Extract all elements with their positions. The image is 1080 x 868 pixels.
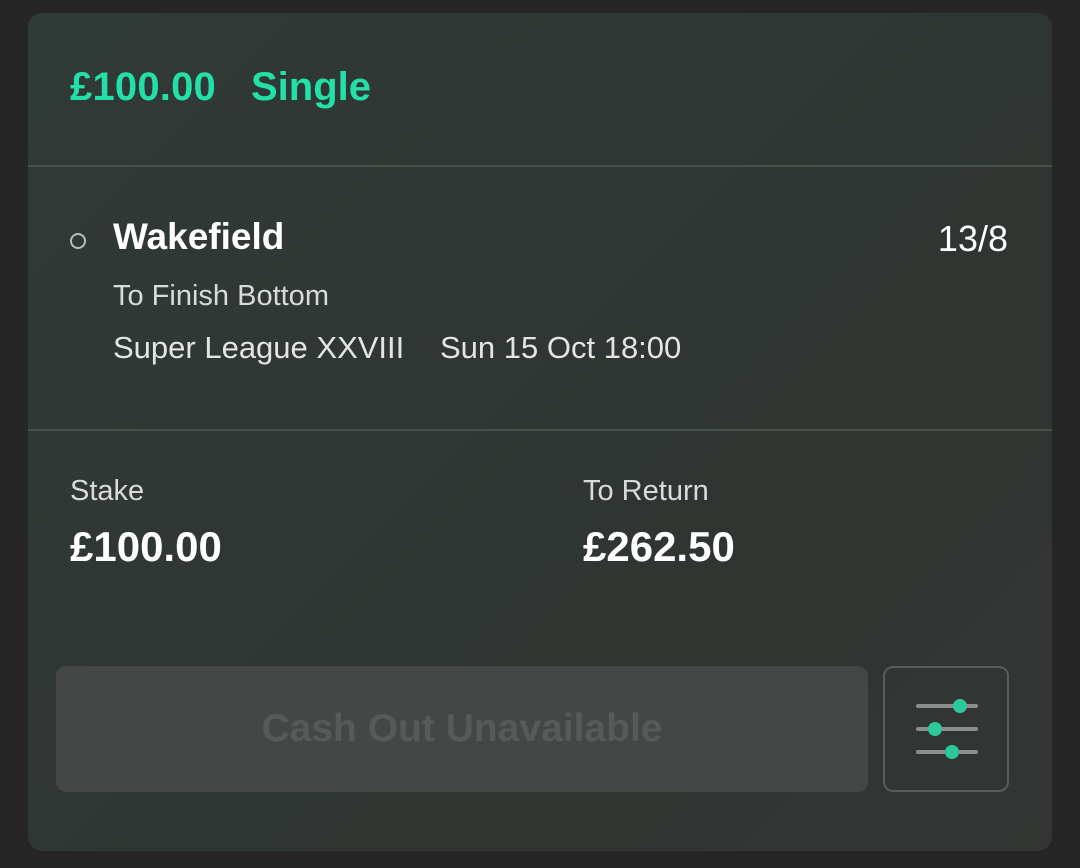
stake-label: Stake	[70, 475, 145, 507]
bet-type: Single	[251, 65, 372, 109]
selection-market: To Finish Bottom	[113, 280, 329, 312]
return-label: To Return	[583, 475, 709, 507]
cash-out-settings-button[interactable]	[883, 666, 1009, 792]
selection-event: Super League XXVIII	[113, 330, 405, 365]
bet-card: £100.00 Single Wakefield 13/8 To Finish …	[28, 13, 1052, 851]
selection-row: Wakefield 13/8 To Finish Bottom Super Le…	[28, 167, 1052, 431]
stake-value: £100.00	[70, 523, 222, 570]
selection-team: Wakefield	[113, 216, 285, 257]
sliders-icon	[916, 699, 978, 759]
selection-odds: 13/8	[937, 218, 1008, 259]
selection-status-icon	[70, 233, 86, 249]
bet-header: £100.00 Single	[28, 13, 1052, 167]
bet-amounts: Stake £100.00 To Return £262.50 Cash Out…	[28, 431, 1052, 831]
selection-event-time: Sun 15 Oct 18:00	[440, 330, 682, 365]
return-value: £262.50	[583, 523, 735, 570]
header-stake-amount: £100.00	[70, 65, 216, 109]
cash-out-button[interactable]: Cash Out Unavailable	[56, 666, 868, 792]
